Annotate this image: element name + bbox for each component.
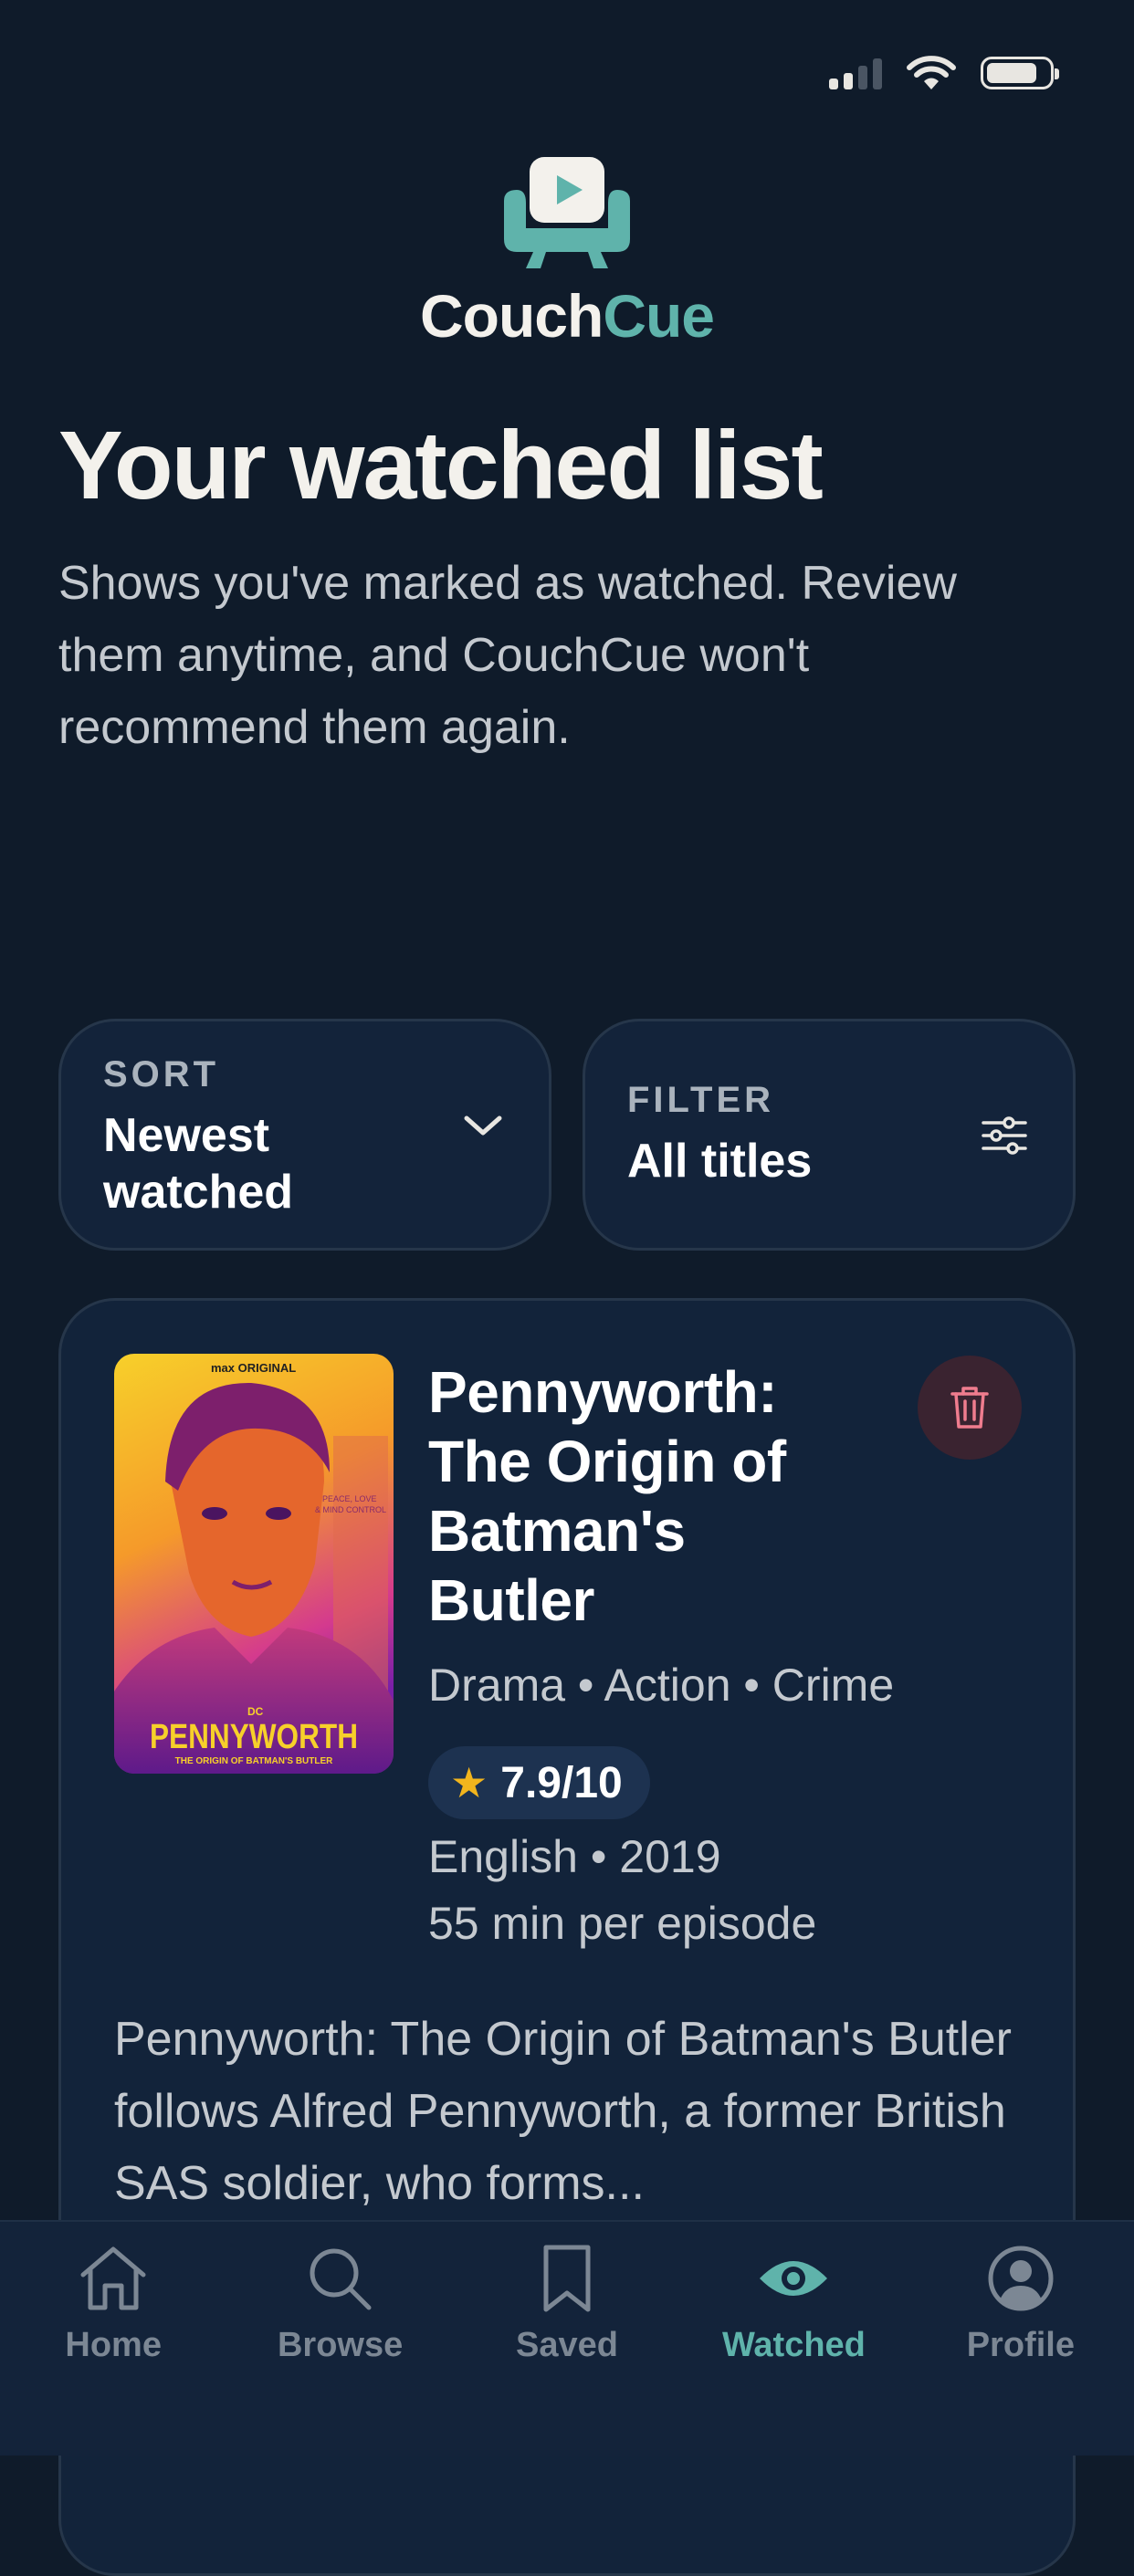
filter-value: All titles <box>627 1135 813 1188</box>
eye-icon <box>760 2261 828 2296</box>
sort-value: Newest watched <box>103 1109 294 1219</box>
battery-icon <box>981 57 1059 89</box>
svg-text:THE ORIGIN OF BATMAN'S BUTLER: THE ORIGIN OF BATMAN'S BUTLER <box>175 1756 334 1766</box>
tab-saved[interactable]: Saved <box>454 2222 680 2456</box>
show-genres: Drama • Action • Crime <box>428 1660 895 1711</box>
svg-text:& MIND CONTROL: & MIND CONTROL <box>315 1505 386 1514</box>
bottom-tab-bar: Home Browse Saved Watched Profile <box>0 2220 1134 2456</box>
tab-saved-label: Saved <box>516 2326 618 2364</box>
page-title: Your watched list <box>58 412 824 519</box>
sort-label: SORT <box>103 1054 220 1094</box>
search-icon <box>310 2248 372 2310</box>
tab-watched-label: Watched <box>721 2326 866 2364</box>
svg-text:max ORIGINAL: max ORIGINAL <box>211 1361 296 1375</box>
show-runtime: 55 min per episode <box>428 1898 817 1949</box>
home-icon <box>80 2246 146 2310</box>
chevron-down-icon <box>464 1115 502 1136</box>
app-wordmark: CouchCue <box>419 282 715 350</box>
wifi-icon <box>907 56 956 89</box>
show-title[interactable]: Pennyworth: The Origin of Batman's Butle… <box>428 1357 830 1635</box>
bookmark-icon <box>543 2245 591 2312</box>
trash-icon <box>950 1387 989 1429</box>
sort-dropdown[interactable]: SORT Newest watched <box>58 1019 551 1251</box>
filter-button[interactable]: FILTER All titles <box>583 1019 1076 1251</box>
tab-watched[interactable]: Watched <box>680 2222 907 2456</box>
sliders-icon <box>982 1116 1027 1155</box>
star-icon: ★ <box>450 1759 488 1806</box>
profile-icon <box>988 2246 1054 2311</box>
tab-profile[interactable]: Profile <box>908 2222 1134 2456</box>
tab-home[interactable]: Home <box>0 2222 226 2456</box>
cellular-signal-icon <box>829 57 882 89</box>
app-logo: CouchCue <box>0 157 1134 351</box>
tab-home-label: Home <box>65 2326 162 2364</box>
page-subtitle: Shows you've marked as watched. Review t… <box>58 557 957 754</box>
tab-browse-label: Browse <box>277 2326 404 2364</box>
tab-profile-label: Profile <box>966 2326 1075 2364</box>
svg-text:PEACE, LOVE: PEACE, LOVE <box>322 1494 377 1503</box>
tab-browse[interactable]: Browse <box>226 2222 453 2456</box>
show-description: Pennyworth: The Origin of Batman's Butle… <box>114 2013 1012 2210</box>
svg-text:PENNYWORTH: PENNYWORTH <box>150 1718 358 1756</box>
status-bar <box>829 55 1059 91</box>
show-poster[interactable]: max ORIGINAL PEACE, LOVE & MIND CONTROL … <box>114 1354 394 1774</box>
filter-label: FILTER <box>627 1080 775 1120</box>
show-language-year: English • 2019 <box>428 1831 721 1882</box>
rating-badge: ★ 7.9/10 <box>428 1746 650 1819</box>
remove-from-watched-button[interactable] <box>918 1356 1022 1460</box>
svg-text:DC: DC <box>247 1705 264 1718</box>
rating-value: 7.9/10 <box>500 1758 623 1807</box>
couch-play-icon <box>504 157 630 268</box>
